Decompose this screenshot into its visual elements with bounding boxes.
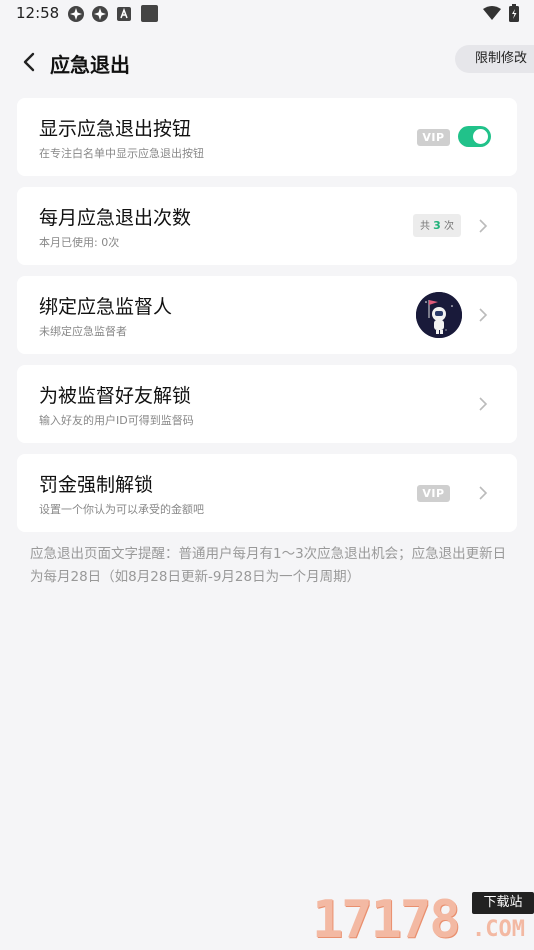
item-title: 绑定应急监督人	[39, 296, 173, 318]
monthly-exit-count-item[interactable]: 每月应急退出次数 本月已使用: 0次 共 3 次	[17, 187, 517, 265]
count-value: 3	[433, 219, 441, 232]
watermark-suffix: .COM	[472, 917, 525, 942]
show-exit-button-toggle[interactable]	[458, 126, 491, 147]
footnote-text: 应急退出页面文字提醒：普通用户每月有1～3次应急退出机会；应急退出更新日为每月2…	[30, 546, 507, 585]
item-subtitle: 本月已使用: 0次	[39, 236, 120, 249]
item-title: 罚金强制解锁	[39, 474, 154, 496]
watermark-tag: 下载站	[472, 892, 534, 914]
count-suffix: 次	[444, 221, 455, 232]
item-title: 每月应急退出次数	[39, 207, 192, 229]
item-title: 为被监督好友解锁	[39, 385, 192, 407]
page-title: 应急退出	[50, 53, 130, 77]
header: 应急退出 限制修改	[0, 40, 534, 84]
chevron-right-icon	[477, 217, 489, 235]
item-subtitle: 在专注白名单中显示应急退出按钮	[39, 147, 204, 160]
vip-badge: VIP	[417, 129, 450, 146]
square-icon	[141, 5, 159, 23]
back-arrow-icon[interactable]	[16, 48, 44, 76]
unlock-supervised-friend-item[interactable]: 为被监督好友解锁 输入好友的用户ID可得到监督码	[17, 365, 517, 443]
status-bar: 12:58	[0, 0, 534, 30]
watermark-logo: 17178 下载站 .COM	[312, 890, 534, 950]
count-prefix: 共	[419, 221, 430, 232]
exit-count-badge: 共 3 次	[413, 214, 461, 237]
show-emergency-exit-button-item: 显示应急退出按钮 在专注白名单中显示应急退出按钮 VIP	[17, 98, 517, 176]
chevron-right-icon	[477, 395, 489, 413]
app-icon	[91, 5, 109, 23]
item-subtitle: 输入好友的用户ID可得到监督码	[39, 414, 194, 427]
app-icon	[67, 5, 85, 23]
screen: 12:58 应急退出 限制修改 显示应急退出按钮 在专注白名单中显示应急退出按钮	[0, 0, 534, 950]
status-time: 12:58	[16, 4, 60, 22]
penalty-force-unlock-item[interactable]: 罚金强制解锁 设置一个你认为可以承受的金额吧 VIP	[17, 454, 517, 532]
item-title: 显示应急退出按钮	[39, 118, 192, 140]
toggle-knob	[473, 129, 488, 144]
wifi-icon	[483, 6, 501, 24]
watermark-digits: 17178	[312, 890, 461, 950]
a-icon	[117, 7, 135, 25]
vip-badge: VIP	[417, 485, 450, 502]
item-subtitle: 未绑定应急监督者	[39, 325, 127, 338]
chevron-right-icon	[477, 484, 489, 502]
chevron-right-icon	[477, 306, 489, 324]
supervisor-avatar	[416, 292, 462, 338]
battery-icon	[509, 4, 527, 22]
bind-supervisor-item[interactable]: 绑定应急监督人 未绑定应急监督者	[17, 276, 517, 354]
restrict-modify-button[interactable]: 限制修改	[455, 45, 534, 73]
item-subtitle: 设置一个你认为可以承受的金额吧	[39, 503, 204, 516]
